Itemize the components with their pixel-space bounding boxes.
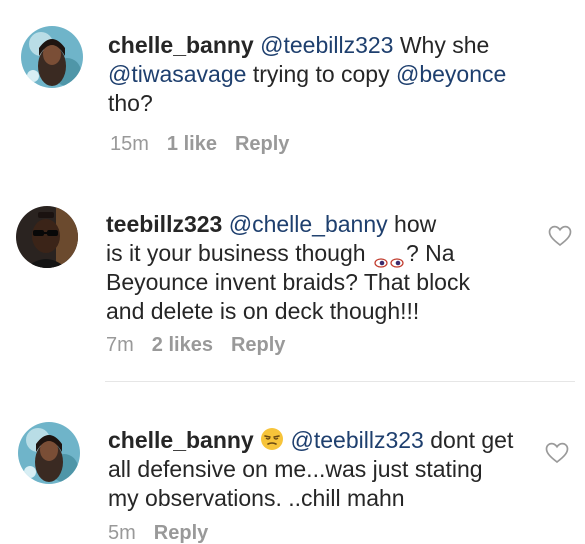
comment-meta: 15m 1 like Reply (110, 133, 289, 156)
mention-link[interactable]: @chelle_banny (229, 211, 388, 237)
mention-link[interactable]: @teebillz323 (260, 32, 393, 58)
unamused-face-emoji-icon (260, 427, 284, 451)
comment-divider (105, 381, 575, 382)
comment-text: Why she (399, 32, 490, 58)
comment-time: 7m (106, 334, 134, 356)
reply-button[interactable]: Reply (231, 334, 285, 357)
comment-text: how (394, 211, 437, 237)
comment-text: tho? (108, 90, 153, 116)
comment-text: ? Na (405, 240, 455, 266)
comment-body: teebillz323 @chelle_banny how is it your… (106, 210, 536, 326)
comment-text: trying to copy (252, 61, 390, 87)
comment-body: chelle_banny @teebillz323 Why she @tiwas… (108, 31, 528, 118)
comment-text: my observations. ..chill mahn (108, 485, 405, 511)
comment-meta: 7m 2 likes Reply (106, 334, 285, 357)
comment-likes[interactable]: 1 like (167, 133, 217, 156)
comment-likes[interactable]: 2 likes (152, 334, 213, 357)
comment-body: chelle_banny @teebillz323 dont get all d… (108, 426, 538, 513)
comment-text: Beyounce invent braids? That block (106, 269, 470, 295)
mention-link[interactable]: @tiwasavage (108, 61, 246, 87)
avatar-chelle-banny[interactable] (21, 26, 83, 88)
mention-link[interactable]: @beyonce (396, 61, 506, 87)
reply-button[interactable]: Reply (235, 133, 289, 156)
comment-text: and delete is on deck though!!! (106, 298, 420, 324)
avatar-teebillz323[interactable] (16, 206, 78, 268)
comment-time: 5m (108, 522, 136, 544)
heart-outline-icon[interactable] (545, 442, 569, 464)
comment-meta: 5m Reply (108, 522, 208, 544)
comment-username[interactable]: teebillz323 (106, 211, 222, 237)
comment-text: is it your business though (106, 240, 366, 266)
comment-text: all defensive on me...was just stating (108, 456, 483, 482)
comment-time: 15m (110, 133, 149, 155)
comment-username[interactable]: chelle_banny (108, 427, 254, 453)
comment-username[interactable]: chelle_banny (108, 32, 254, 58)
comment-text: dont get (430, 427, 514, 453)
eyes-emoji-icon (372, 248, 406, 268)
avatar-chelle-banny[interactable] (18, 422, 80, 484)
reply-button[interactable]: Reply (154, 522, 208, 544)
heart-outline-icon[interactable] (548, 225, 572, 247)
mention-link[interactable]: @teebillz323 (291, 427, 424, 453)
